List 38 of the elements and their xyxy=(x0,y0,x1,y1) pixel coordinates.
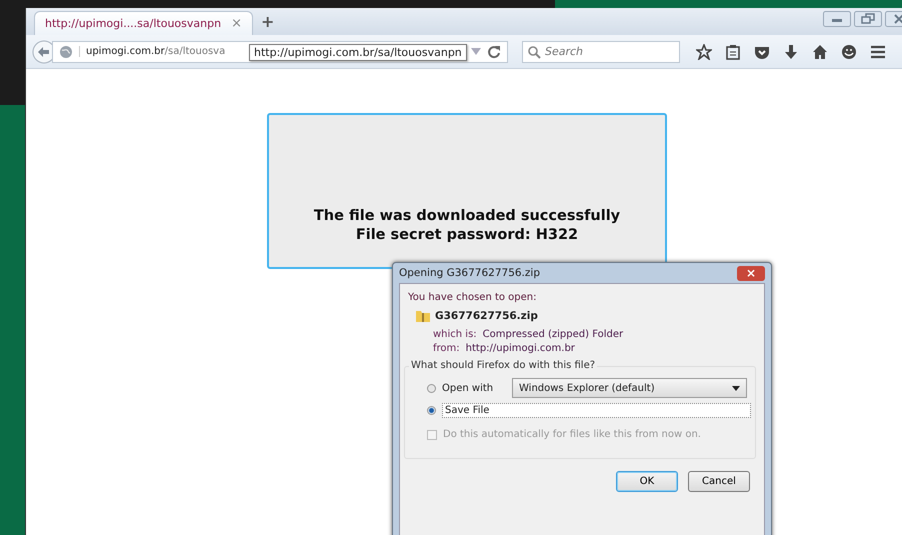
download-icon[interactable] xyxy=(783,44,799,60)
option-label[interactable]: Save File xyxy=(442,403,751,418)
detail-value: Compressed (zipped) Folder xyxy=(482,328,624,342)
ok-button[interactable]: OK xyxy=(616,471,678,492)
file-name: G3677627756.zip xyxy=(435,310,538,322)
globe-icon xyxy=(59,44,73,58)
cancel-button[interactable]: Cancel xyxy=(688,471,750,492)
tab-title: http://upimogi....sa/ltouosvanpn xyxy=(45,17,222,30)
clipboard-icon[interactable] xyxy=(725,44,741,60)
star-icon[interactable] xyxy=(696,44,712,60)
restore-button[interactable] xyxy=(854,11,882,27)
message-text: The file was downloaded successfully xyxy=(314,207,620,226)
radio-button[interactable] xyxy=(427,384,436,392)
menu-icon[interactable] xyxy=(870,44,886,60)
intro-text: You have chosen to open: xyxy=(408,292,538,303)
detail-label: from: xyxy=(433,342,460,356)
url-text: upimogi.com.br/sa/ltouosva xyxy=(79,46,226,57)
minimize-button[interactable] xyxy=(823,11,851,27)
group-label: What should Firefox do with this file? xyxy=(409,360,598,371)
radio-button[interactable] xyxy=(427,406,436,415)
new-tab-button[interactable]: + xyxy=(260,12,274,31)
address-bar[interactable]: upimogi.com.br/sa/ltouosva http://upimogi.com.br/sa/ltouosvanpn xyxy=(52,40,508,62)
dialog-close-button[interactable]: × xyxy=(737,266,765,280)
message-text: File secret password: H322 xyxy=(356,226,578,245)
zip-folder-icon xyxy=(416,309,430,322)
browser-tab[interactable]: http://upimogi....sa/ltouosvanpn × xyxy=(34,11,253,35)
app-dropdown[interactable]: Windows Explorer (default) xyxy=(512,378,747,398)
checkbox-label: Do this automatically for files like this from now on. xyxy=(443,429,701,440)
home-icon[interactable] xyxy=(812,44,828,60)
dialog-title: Opening G3677627756.zip xyxy=(399,267,540,279)
link-tooltip: http://upimogi.com.br/sa/ltouosvanpn xyxy=(249,44,467,60)
detail-value: http://upimogi.com.br xyxy=(466,342,575,356)
search-field[interactable]: Search xyxy=(522,40,680,62)
reload-icon[interactable] xyxy=(487,44,501,58)
search-icon xyxy=(528,46,541,58)
option-label[interactable]: Open with xyxy=(442,382,506,394)
detail-label: which is: xyxy=(433,328,477,342)
dropdown-arrow-icon xyxy=(732,386,740,390)
